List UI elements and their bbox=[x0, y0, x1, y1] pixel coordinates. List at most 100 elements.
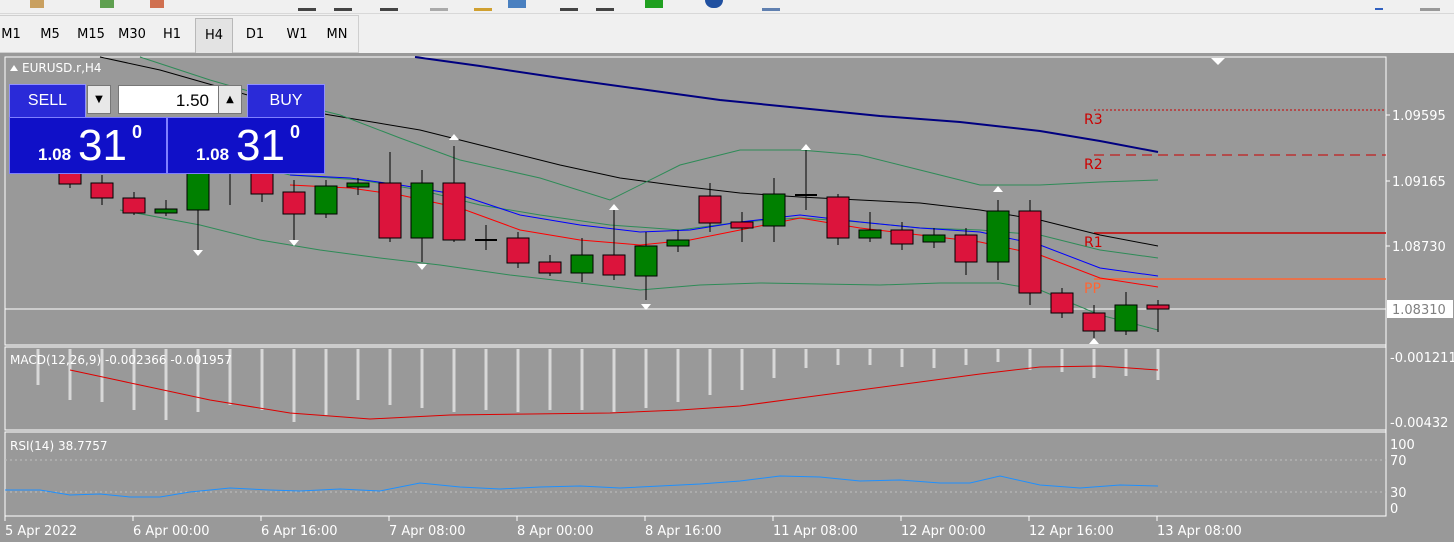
candle bbox=[282, 180, 306, 240]
price-axis-label: 1.09595 bbox=[1392, 109, 1446, 124]
navigator-icon[interactable] bbox=[150, 0, 164, 8]
time-axis-label: 7 Apr 08:00 bbox=[389, 524, 466, 539]
time-axis-label: 6 Apr 00:00 bbox=[133, 524, 210, 539]
timeframe-group: M1 M5 M15 M30 H1 H4 D1 W1 MN bbox=[0, 15, 359, 54]
symbol-label: EURUSD.r,H4 bbox=[22, 61, 102, 75]
rsi-line bbox=[5, 475, 1159, 498]
macd-label: MACD(12,26,9) -0.002366 -0.001957 bbox=[10, 353, 232, 367]
lot-decrease-button[interactable]: ▼ bbox=[87, 85, 111, 114]
tf-m1[interactable]: M1 bbox=[0, 24, 22, 46]
main-toolbar bbox=[0, 0, 1454, 14]
candle bbox=[1018, 200, 1042, 305]
tf-d1[interactable]: D1 bbox=[241, 24, 269, 46]
candle bbox=[1050, 288, 1074, 318]
price-axis-label: 1.08730 bbox=[1392, 240, 1446, 255]
rsi-label: RSI(14) 38.7757 bbox=[10, 439, 108, 453]
time-axis-label: 5 Apr 2022 bbox=[5, 524, 77, 539]
rsi-axis-70: 70 bbox=[1390, 454, 1407, 469]
bar-chart-icon[interactable] bbox=[298, 0, 316, 11]
candle bbox=[922, 228, 946, 248]
candle bbox=[410, 170, 434, 262]
time-axis-label: 6 Apr 16:00 bbox=[261, 524, 338, 539]
buy-price-pips: 31 bbox=[236, 121, 285, 170]
sell-price-box[interactable]: 1.08 31 0 bbox=[9, 117, 167, 174]
current-price-label: 1.08310 bbox=[1392, 303, 1446, 318]
rsi-pane-frame bbox=[4, 431, 1387, 517]
time-axis: 5 Apr 2022 6 Apr 00:00 6 Apr 16:00 7 Apr… bbox=[5, 524, 1242, 539]
sell-price-fraction: 0 bbox=[132, 122, 143, 142]
tf-h4[interactable]: H4 bbox=[195, 18, 233, 54]
tf-h1[interactable]: H1 bbox=[159, 24, 185, 46]
candle bbox=[1146, 300, 1170, 332]
tf-m30[interactable]: M30 bbox=[115, 24, 149, 46]
buy-price-box[interactable]: 1.08 31 0 bbox=[167, 117, 325, 174]
candle bbox=[506, 232, 530, 268]
time-axis-label: 12 Apr 16:00 bbox=[1029, 524, 1114, 539]
time-axis-label: 12 Apr 00:00 bbox=[901, 524, 986, 539]
candle bbox=[90, 175, 114, 205]
period-icon[interactable] bbox=[705, 0, 723, 8]
rsi-axis-30: 30 bbox=[1390, 486, 1407, 501]
candle bbox=[570, 238, 594, 282]
tf-w1[interactable]: W1 bbox=[281, 24, 313, 46]
time-axis-label: 13 Apr 08:00 bbox=[1157, 524, 1242, 539]
candle bbox=[858, 212, 882, 242]
buy-button[interactable]: BUY bbox=[247, 84, 325, 118]
tf-mn[interactable]: MN bbox=[320, 24, 354, 46]
candle bbox=[666, 230, 690, 252]
buy-price-prefix: 1.08 bbox=[196, 145, 230, 164]
rsi-axis-100: 100 bbox=[1390, 438, 1415, 453]
timeframe-toolbar: M1 M5 M15 M30 H1 H4 D1 W1 MN bbox=[0, 14, 1454, 54]
candle bbox=[1114, 292, 1138, 335]
ma-navy-line bbox=[414, 56, 1159, 153]
candle bbox=[154, 200, 178, 216]
candle bbox=[122, 192, 146, 215]
tf-m15[interactable]: M15 bbox=[74, 24, 108, 46]
candle-chart-icon[interactable] bbox=[334, 0, 352, 11]
sell-button[interactable]: SELL bbox=[9, 84, 86, 118]
chart-shift-marker[interactable] bbox=[1211, 58, 1225, 65]
time-axis-label: 8 Apr 00:00 bbox=[517, 524, 594, 539]
time-axis-label: 11 Apr 08:00 bbox=[773, 524, 858, 539]
market-watch-icon[interactable] bbox=[100, 0, 114, 8]
line-chart-icon[interactable] bbox=[380, 0, 398, 11]
rsi-axis-0: 0 bbox=[1390, 502, 1398, 517]
pivot-r2-label: R2 bbox=[1084, 157, 1103, 173]
chat-icon[interactable] bbox=[1420, 0, 1440, 11]
pivot-pp-label: PP bbox=[1084, 281, 1101, 297]
sell-price-pips: 31 bbox=[78, 121, 127, 170]
time-axis-label: 8 Apr 16:00 bbox=[645, 524, 722, 539]
open-icon[interactable] bbox=[30, 0, 44, 8]
candle bbox=[475, 225, 497, 250]
add-indicator-icon[interactable] bbox=[645, 0, 663, 8]
candle bbox=[730, 212, 754, 242]
tile-icon[interactable] bbox=[508, 0, 526, 8]
candle bbox=[890, 222, 914, 250]
lot-increase-button[interactable]: ▲ bbox=[218, 85, 242, 114]
autoscroll-icon[interactable] bbox=[596, 0, 614, 11]
candle bbox=[826, 194, 850, 245]
sell-price-prefix: 1.08 bbox=[38, 145, 72, 164]
candle bbox=[1082, 305, 1106, 340]
pivot-r3-label: R3 bbox=[1084, 112, 1103, 128]
candle bbox=[762, 178, 786, 242]
macd-axis-bottom: -0.00432 bbox=[1390, 416, 1448, 431]
candle bbox=[602, 210, 626, 280]
buy-price-fraction: 0 bbox=[290, 122, 301, 142]
candle bbox=[795, 150, 817, 210]
scroll-icon[interactable] bbox=[560, 0, 578, 11]
candle bbox=[986, 200, 1010, 280]
candle bbox=[314, 180, 338, 218]
zoom-in-icon[interactable] bbox=[430, 0, 448, 11]
zoom-out-icon[interactable] bbox=[474, 0, 492, 11]
price-axis-label: 1.09165 bbox=[1392, 175, 1446, 190]
candle bbox=[378, 152, 402, 242]
candle bbox=[538, 255, 562, 276]
candle bbox=[954, 228, 978, 275]
macd-axis-top: -0.001211 bbox=[1390, 351, 1454, 366]
tf-m5[interactable]: M5 bbox=[36, 24, 64, 46]
candle bbox=[186, 165, 210, 250]
candles bbox=[58, 146, 1170, 340]
search-icon[interactable] bbox=[1375, 0, 1383, 10]
template-icon[interactable] bbox=[762, 0, 780, 11]
